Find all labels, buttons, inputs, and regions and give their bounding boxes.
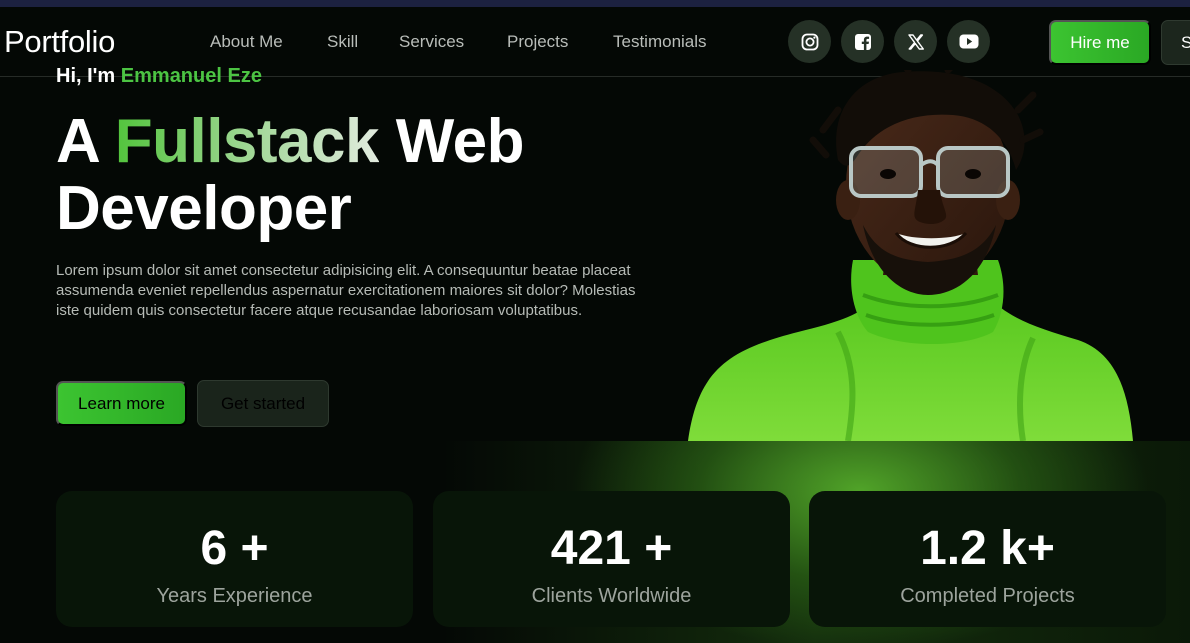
stat-card-projects: 1.2 k+ Completed Projects: [809, 491, 1166, 627]
get-started-button[interactable]: Get started: [197, 380, 329, 427]
stat-card-experience: 6 + Years Experience: [56, 491, 413, 627]
stat-label: Clients Worldwide: [531, 585, 692, 607]
developer-portrait: [688, 70, 1133, 441]
developer-name: Emmanuel Eze: [120, 65, 262, 87]
greeting-text: Hi, I'm: [56, 65, 116, 87]
stat-value: 6 +: [200, 522, 269, 575]
hero-greeting: Hi, I'm Emmanuel Eze: [56, 65, 262, 88]
hire-me-button[interactable]: Hire me: [1049, 20, 1151, 65]
nav-link-about[interactable]: About Me: [210, 32, 283, 52]
x-button[interactable]: [894, 20, 937, 63]
headline-suffix: Web: [395, 107, 525, 176]
headline-prefix: A: [56, 107, 98, 176]
learn-more-button[interactable]: Learn more: [56, 381, 187, 426]
youtube-button[interactable]: [947, 20, 990, 63]
nav-link-testimonials[interactable]: Testimonials: [613, 32, 707, 52]
facebook-icon: [854, 33, 871, 50]
nav-link-projects[interactable]: Projects: [507, 32, 568, 52]
stat-label: Years Experience: [156, 585, 313, 607]
facebook-button[interactable]: [841, 20, 884, 63]
instagram-icon: [801, 33, 818, 50]
browser-top-strip: [0, 0, 1190, 7]
nav-link-skill[interactable]: Skill: [327, 32, 358, 52]
stat-value: 421 +: [550, 522, 673, 575]
stat-value: 1.2 k+: [920, 522, 1055, 575]
hero-description: Lorem ipsum dolor sit amet consectetur a…: [56, 262, 636, 319]
headline-highlight: Fullstack: [114, 107, 380, 176]
x-icon: [907, 33, 924, 50]
youtube-icon: [959, 34, 978, 49]
nav-secondary-button[interactable]: S: [1161, 20, 1190, 65]
headline-line2: Developer: [56, 174, 352, 243]
stat-card-clients: 421 + Clients Worldwide: [433, 491, 790, 627]
hero-headline: A Fullstack Web Developer: [56, 107, 525, 243]
instagram-button[interactable]: [788, 20, 831, 63]
logo[interactable]: Portfolio: [4, 24, 115, 60]
stat-label: Completed Projects: [900, 585, 1075, 607]
nav-link-services[interactable]: Services: [399, 32, 464, 52]
